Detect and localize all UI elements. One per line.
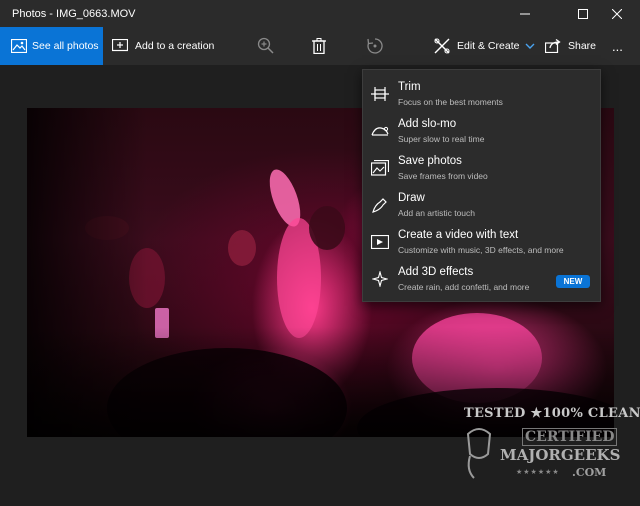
menu-item-trim[interactable]: Trim Focus on the best moments	[363, 76, 600, 112]
zoom-in-icon	[257, 37, 274, 54]
watermark-tested: TESTED ★100% CLEAN	[464, 406, 640, 421]
add-to-creation-label: Add to a creation	[135, 40, 215, 52]
maximize-icon	[578, 8, 588, 19]
video-text-icon	[371, 233, 389, 251]
title-bar: Photos - IMG_0663.MOV	[0, 0, 640, 27]
save-photos-icon	[371, 159, 389, 177]
menu-item-subtitle: Customize with music, 3D effects, and mo…	[398, 245, 564, 255]
window-title: Photos - IMG_0663.MOV	[12, 8, 136, 20]
watermark-stars: ★★★★★★	[516, 469, 560, 476]
minimize-button[interactable]	[502, 0, 548, 27]
zoom-button[interactable]	[256, 36, 276, 56]
menu-item-title: Add slo-mo	[398, 118, 457, 130]
minimize-icon	[520, 13, 530, 14]
slo-mo-icon	[371, 122, 389, 140]
watermark: TESTED ★100% CLEAN CERTIFIED MAJORGEEKS …	[464, 406, 640, 486]
trash-icon	[312, 38, 326, 54]
3d-effects-icon	[371, 270, 389, 288]
draw-icon	[371, 196, 389, 214]
add-to-creation-button[interactable]: Add to a creation	[112, 27, 214, 65]
menu-item-video-text[interactable]: Create a video with text Customize with …	[363, 224, 600, 260]
menu-item-title: Create a video with text	[398, 229, 519, 241]
trim-icon	[371, 85, 389, 103]
menu-item-save-photos[interactable]: Save photos Save frames from video	[363, 150, 600, 186]
menu-item-subtitle: Add an artistic touch	[398, 208, 476, 218]
rotate-icon	[367, 38, 383, 54]
delete-button[interactable]	[309, 36, 329, 56]
more-icon: ...	[612, 38, 623, 54]
menu-item-title: Draw	[398, 192, 425, 204]
menu-item-subtitle: Save frames from video	[398, 171, 488, 181]
edit-create-menu: Trim Focus on the best moments Add slo-m…	[362, 69, 601, 302]
watermark-brand: MAJORGEEKS	[500, 446, 621, 464]
watermark-figure-icon	[466, 428, 492, 479]
menu-item-draw[interactable]: Draw Add an artistic touch	[363, 187, 600, 223]
add-creation-icon	[112, 39, 128, 52]
menu-item-subtitle: Super slow to real time	[398, 134, 485, 144]
photos-icon	[11, 39, 27, 53]
menu-item-title: Trim	[398, 81, 421, 93]
toolbar: See all photos Add to a creation Edit & …	[0, 27, 640, 65]
watermark-certified: CERTIFIED	[522, 428, 618, 446]
rotate-button[interactable]	[365, 36, 385, 56]
new-badge: NEW	[556, 275, 590, 288]
edit-create-label: Edit & Create	[457, 40, 520, 52]
menu-item-title: Add 3D effects	[398, 266, 474, 278]
edit-create-icon	[434, 38, 450, 54]
menu-item-subtitle: Focus on the best moments	[398, 97, 503, 107]
watermark-com: .COM	[572, 466, 607, 479]
share-button[interactable]: Share	[545, 27, 596, 65]
share-label: Share	[568, 40, 597, 52]
share-icon	[545, 39, 561, 53]
menu-item-subtitle: Create rain, add confetti, and more	[398, 282, 530, 292]
close-button[interactable]	[594, 0, 640, 27]
more-options-button[interactable]: ...	[612, 27, 623, 65]
chevron-down-icon	[525, 43, 535, 49]
menu-item-title: Save photos	[398, 155, 462, 167]
edit-create-button[interactable]: Edit & Create	[434, 27, 535, 65]
see-all-photos-label: See all photos	[32, 40, 99, 52]
menu-item-slo-mo[interactable]: Add slo-mo Super slow to real time	[363, 113, 600, 149]
close-icon	[612, 8, 622, 19]
see-all-photos-button[interactable]: See all photos	[0, 27, 103, 65]
menu-item-3d-effects[interactable]: Add 3D effects Create rain, add confetti…	[363, 261, 600, 297]
